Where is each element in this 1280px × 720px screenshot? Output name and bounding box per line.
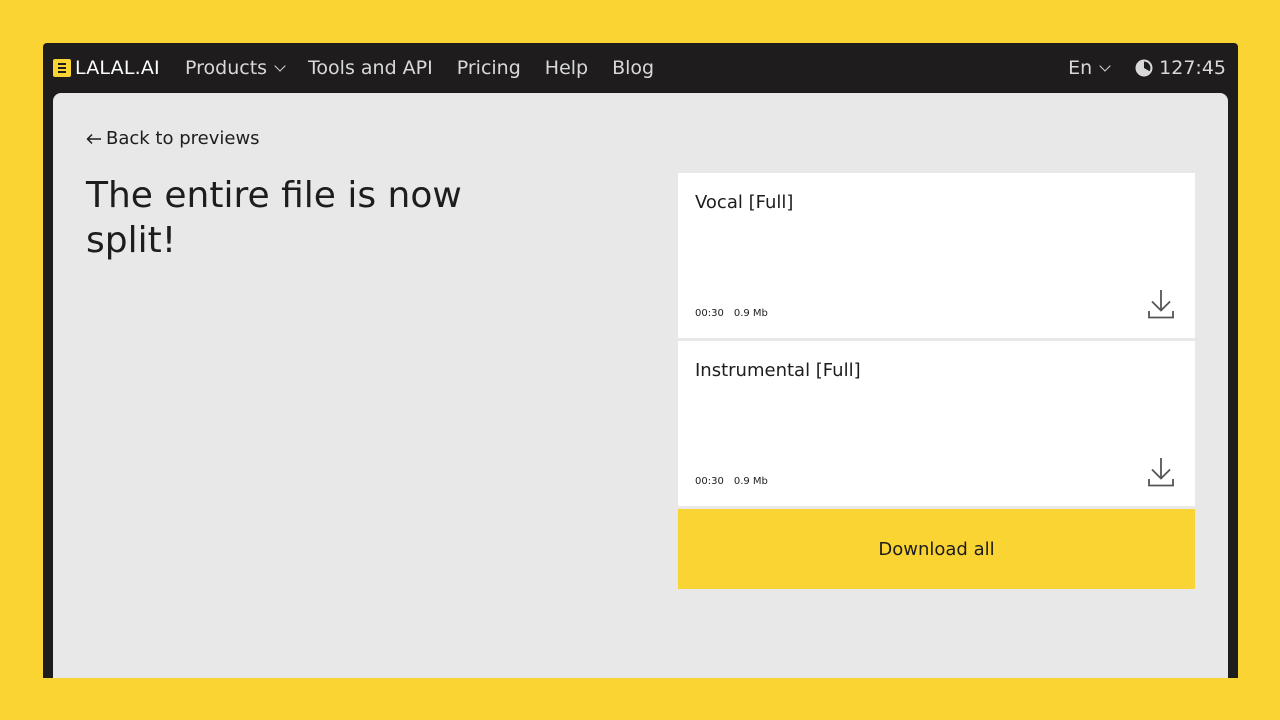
nav-item-pricing[interactable]: Pricing xyxy=(457,57,521,79)
arrow-left-icon xyxy=(86,133,101,144)
nav-item-label: Pricing xyxy=(456,57,521,79)
language-label: En xyxy=(1068,57,1093,79)
stem-size: 0.9 Mb xyxy=(733,308,768,319)
app-window: LALAL.AI Products Tools and API Pricing … xyxy=(43,43,1238,678)
download-all-button[interactable]: Download all xyxy=(678,509,1195,589)
page-title: The entire file is now split! xyxy=(86,175,462,261)
stem-meta: 00:30 0.9 Mb xyxy=(695,308,778,319)
download-icon[interactable] xyxy=(1147,288,1175,320)
stem-size: 0.9 Mb xyxy=(733,476,768,487)
nav-item-label: Products xyxy=(185,57,268,79)
nav-menu: Products Tools and API Pricing Help Blog xyxy=(185,56,678,80)
download-icon[interactable] xyxy=(1147,456,1175,488)
top-navbar: LALAL.AI Products Tools and API Pricing … xyxy=(43,43,1238,93)
stem-duration: 00:30 xyxy=(695,476,724,487)
nav-item-tools-and-api[interactable]: Tools and API xyxy=(308,57,433,79)
stem-title: Vocal [Full] xyxy=(695,192,794,213)
nav-item-label: Tools and API xyxy=(308,57,433,79)
nav-right: En 127:45 xyxy=(1068,56,1226,80)
stem-card-vocal: Vocal [Full] 00:30 0.9 Mb xyxy=(678,173,1195,338)
logo[interactable]: LALAL.AI xyxy=(53,57,160,79)
stem-title: Instrumental [Full] xyxy=(695,360,861,381)
stem-card-instrumental: Instrumental [Full] 00:30 0.9 Mb xyxy=(678,341,1195,506)
nav-item-blog[interactable]: Blog xyxy=(612,57,654,79)
nav-item-products[interactable]: Products xyxy=(185,57,286,79)
back-to-previews-link[interactable]: Back to previews xyxy=(86,128,260,149)
result-panel: Back to previews The entire file is now … xyxy=(53,93,1228,678)
stem-duration: 00:30 xyxy=(695,308,724,319)
clock-icon xyxy=(1135,59,1153,77)
nav-item-label: Help xyxy=(544,57,589,79)
minutes-value: 127:45 xyxy=(1159,57,1226,79)
stem-meta: 00:30 0.9 Mb xyxy=(695,476,778,487)
nav-item-label: Blog xyxy=(612,57,655,79)
minutes-balance[interactable]: 127:45 xyxy=(1135,57,1226,79)
stems-list: Vocal [Full] 00:30 0.9 Mb Instrumental [… xyxy=(678,173,1195,589)
chevron-down-icon xyxy=(1099,59,1111,72)
nav-item-help[interactable]: Help xyxy=(545,57,588,79)
logo-icon xyxy=(53,59,71,77)
logo-text: LALAL.AI xyxy=(75,57,160,79)
language-selector[interactable]: En xyxy=(1068,57,1111,79)
chevron-down-icon xyxy=(274,59,286,72)
back-link-label: Back to previews xyxy=(106,128,260,149)
